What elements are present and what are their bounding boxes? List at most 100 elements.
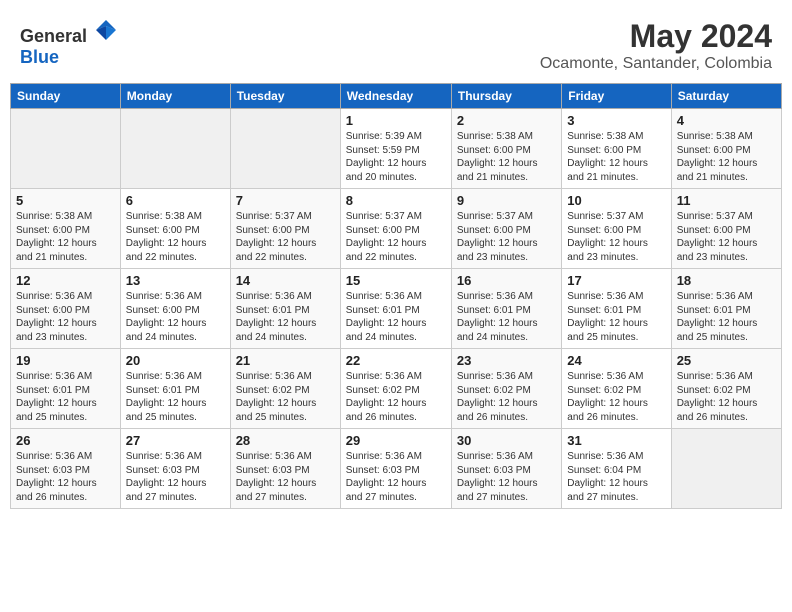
day-info: Sunrise: 5:38 AM Sunset: 6:00 PM Dayligh…: [16, 210, 115, 264]
calendar-cell: 18Sunrise: 5:36 AM Sunset: 6:01 PM Dayli…: [671, 269, 781, 349]
day-info: Sunrise: 5:36 AM Sunset: 6:01 PM Dayligh…: [126, 370, 225, 424]
calendar-week-row: 26 Sunrise: 5:36 AM Sunset: 6:03 PM Dayli…: [11, 429, 782, 509]
day-number: 26: [16, 433, 115, 448]
calendar-cell: 13 Sunrise: 5:36 AM Sunset: 6:00 PM Dayli…: [120, 269, 230, 349]
calendar-cell: [120, 109, 230, 189]
day-info: Sunrise: 5:36 AM Sunset: 6:01 PM Dayligh…: [16, 370, 115, 424]
day-info: Sunrise: 5:36 AM Sunset: 6:01 PM Dayligh…: [236, 290, 335, 344]
day-number: 6: [126, 193, 225, 208]
day-info: Sunrise: 5:39 AM Sunset: 5:59 PM Dayligh…: [346, 130, 446, 184]
day-number: 30: [457, 433, 556, 448]
calendar-cell: 16Sunrise: 5:36 AM Sunset: 6:01 PM Dayli…: [451, 269, 561, 349]
day-number: 1: [346, 113, 446, 128]
calendar-cell: 26 Sunrise: 5:36 AM Sunset: 6:03 PM Dayli…: [11, 429, 121, 509]
calendar-cell: 8 Sunrise: 5:37 AM Sunset: 6:00 PM Daylig…: [340, 189, 451, 269]
title-block: May 2024 Ocamonte, Santander, Colombia: [540, 18, 772, 73]
day-number: 25: [677, 353, 776, 368]
day-number: 11: [677, 193, 776, 208]
day-info: Sunrise: 5:36 AM Sunset: 6:02 PM Dayligh…: [567, 370, 665, 424]
day-info: Sunrise: 5:36 AM Sunset: 6:03 PM Dayligh…: [126, 450, 225, 504]
day-info: Sunrise: 5:36 AM Sunset: 6:03 PM Dayligh…: [16, 450, 115, 504]
weekday-header-monday: Monday: [120, 84, 230, 109]
calendar-cell: 15 Sunrise: 5:36 AM Sunset: 6:01 PM Dayli…: [340, 269, 451, 349]
day-number: 12: [16, 273, 115, 288]
weekday-header-thursday: Thursday: [451, 84, 561, 109]
calendar-cell: 30 Sunrise: 5:36 AM Sunset: 6:03 PM Dayli…: [451, 429, 561, 509]
day-number: 4: [677, 113, 776, 128]
calendar-week-row: 1 Sunrise: 5:39 AM Sunset: 5:59 PM Daylig…: [11, 109, 782, 189]
day-info: Sunrise: 5:36 AM Sunset: 6:03 PM Dayligh…: [236, 450, 335, 504]
day-number: 29: [346, 433, 446, 448]
calendar-week-row: 5 Sunrise: 5:38 AM Sunset: 6:00 PM Daylig…: [11, 189, 782, 269]
day-number: 7: [236, 193, 335, 208]
month-year-title: May 2024: [540, 18, 772, 55]
logo-blue: Blue: [20, 47, 59, 67]
day-info: Sunrise: 5:38 AM Sunset: 6:00 PM Dayligh…: [567, 130, 665, 184]
day-number: 16: [457, 273, 556, 288]
day-number: 31: [567, 433, 665, 448]
day-info: Sunrise: 5:38 AM Sunset: 6:00 PM Dayligh…: [677, 130, 776, 184]
day-info: Sunrise: 5:36 AM Sunset: 6:04 PM Dayligh…: [567, 450, 665, 504]
weekday-header-friday: Friday: [562, 84, 671, 109]
day-info: Sunrise: 5:36 AM Sunset: 6:02 PM Dayligh…: [677, 370, 776, 424]
day-number: 10: [567, 193, 665, 208]
day-info: Sunrise: 5:37 AM Sunset: 6:00 PM Dayligh…: [677, 210, 776, 264]
day-number: 14: [236, 273, 335, 288]
day-number: 13: [126, 273, 225, 288]
calendar-cell: 1 Sunrise: 5:39 AM Sunset: 5:59 PM Daylig…: [340, 109, 451, 189]
calendar-cell: 17 Sunrise: 5:36 AM Sunset: 6:01 PM Dayli…: [562, 269, 671, 349]
day-number: 15: [346, 273, 446, 288]
day-info: Sunrise: 5:36 AM Sunset: 6:00 PM Dayligh…: [16, 290, 115, 344]
day-info: Sunrise: 5:36 AM Sunset: 6:01 PM Dayligh…: [567, 290, 665, 344]
day-number: 23: [457, 353, 556, 368]
weekday-header-tuesday: Tuesday: [230, 84, 340, 109]
day-number: 20: [126, 353, 225, 368]
day-number: 3: [567, 113, 665, 128]
calendar-cell: 11 Sunrise: 5:37 AM Sunset: 6:00 PM Dayli…: [671, 189, 781, 269]
day-number: 17: [567, 273, 665, 288]
calendar-cell: 9Sunrise: 5:37 AM Sunset: 6:00 PM Daylig…: [451, 189, 561, 269]
day-info: Sunrise: 5:36 AM Sunset: 6:02 PM Dayligh…: [346, 370, 446, 424]
calendar-cell: 29 Sunrise: 5:36 AM Sunset: 6:03 PM Dayli…: [340, 429, 451, 509]
day-info: Sunrise: 5:36 AM Sunset: 6:01 PM Dayligh…: [677, 290, 776, 344]
day-info: Sunrise: 5:36 AM Sunset: 6:01 PM Dayligh…: [346, 290, 446, 344]
day-info: Sunrise: 5:37 AM Sunset: 6:00 PM Dayligh…: [346, 210, 446, 264]
calendar-cell: [11, 109, 121, 189]
calendar-cell: 6Sunrise: 5:38 AM Sunset: 6:00 PM Daylig…: [120, 189, 230, 269]
weekday-header-wednesday: Wednesday: [340, 84, 451, 109]
day-number: 19: [16, 353, 115, 368]
calendar-week-row: 19 Sunrise: 5:36 AM Sunset: 6:01 PM Dayli…: [11, 349, 782, 429]
day-number: 8: [346, 193, 446, 208]
day-number: 21: [236, 353, 335, 368]
logo-icon: [94, 18, 118, 42]
day-info: Sunrise: 5:37 AM Sunset: 6:00 PM Dayligh…: [236, 210, 335, 264]
day-info: Sunrise: 5:36 AM Sunset: 6:03 PM Dayligh…: [457, 450, 556, 504]
day-number: 24: [567, 353, 665, 368]
location-subtitle: Ocamonte, Santander, Colombia: [540, 55, 772, 73]
day-number: 27: [126, 433, 225, 448]
calendar-cell: 14 Sunrise: 5:36 AM Sunset: 6:01 PM Dayli…: [230, 269, 340, 349]
calendar-table: SundayMondayTuesdayWednesdayThursdayFrid…: [10, 83, 782, 509]
logo-general: General: [20, 26, 87, 46]
page-header: General Blue May 2024 Ocamonte, Santande…: [10, 10, 782, 77]
day-number: 2: [457, 113, 556, 128]
day-info: Sunrise: 5:36 AM Sunset: 6:00 PM Dayligh…: [126, 290, 225, 344]
calendar-cell: 19 Sunrise: 5:36 AM Sunset: 6:01 PM Dayli…: [11, 349, 121, 429]
day-info: Sunrise: 5:36 AM Sunset: 6:03 PM Dayligh…: [346, 450, 446, 504]
day-info: Sunrise: 5:38 AM Sunset: 6:00 PM Dayligh…: [457, 130, 556, 184]
calendar-week-row: 12 Sunrise: 5:36 AM Sunset: 6:00 PM Dayli…: [11, 269, 782, 349]
weekday-header-saturday: Saturday: [671, 84, 781, 109]
weekday-header-row: SundayMondayTuesdayWednesdayThursdayFrid…: [11, 84, 782, 109]
calendar-cell: 4 Sunrise: 5:38 AM Sunset: 6:00 PM Daylig…: [671, 109, 781, 189]
calendar-cell: 28Sunrise: 5:36 AM Sunset: 6:03 PM Dayli…: [230, 429, 340, 509]
day-number: 9: [457, 193, 556, 208]
day-number: 5: [16, 193, 115, 208]
calendar-cell: 24 Sunrise: 5:36 AM Sunset: 6:02 PM Dayli…: [562, 349, 671, 429]
calendar-cell: 5 Sunrise: 5:38 AM Sunset: 6:00 PM Daylig…: [11, 189, 121, 269]
calendar-cell: 10Sunrise: 5:37 AM Sunset: 6:00 PM Dayli…: [562, 189, 671, 269]
weekday-header-sunday: Sunday: [11, 84, 121, 109]
day-info: Sunrise: 5:36 AM Sunset: 6:02 PM Dayligh…: [236, 370, 335, 424]
calendar-cell: 27 Sunrise: 5:36 AM Sunset: 6:03 PM Dayli…: [120, 429, 230, 509]
calendar-cell: 20 Sunrise: 5:36 AM Sunset: 6:01 PM Dayli…: [120, 349, 230, 429]
calendar-cell: 23Sunrise: 5:36 AM Sunset: 6:02 PM Dayli…: [451, 349, 561, 429]
